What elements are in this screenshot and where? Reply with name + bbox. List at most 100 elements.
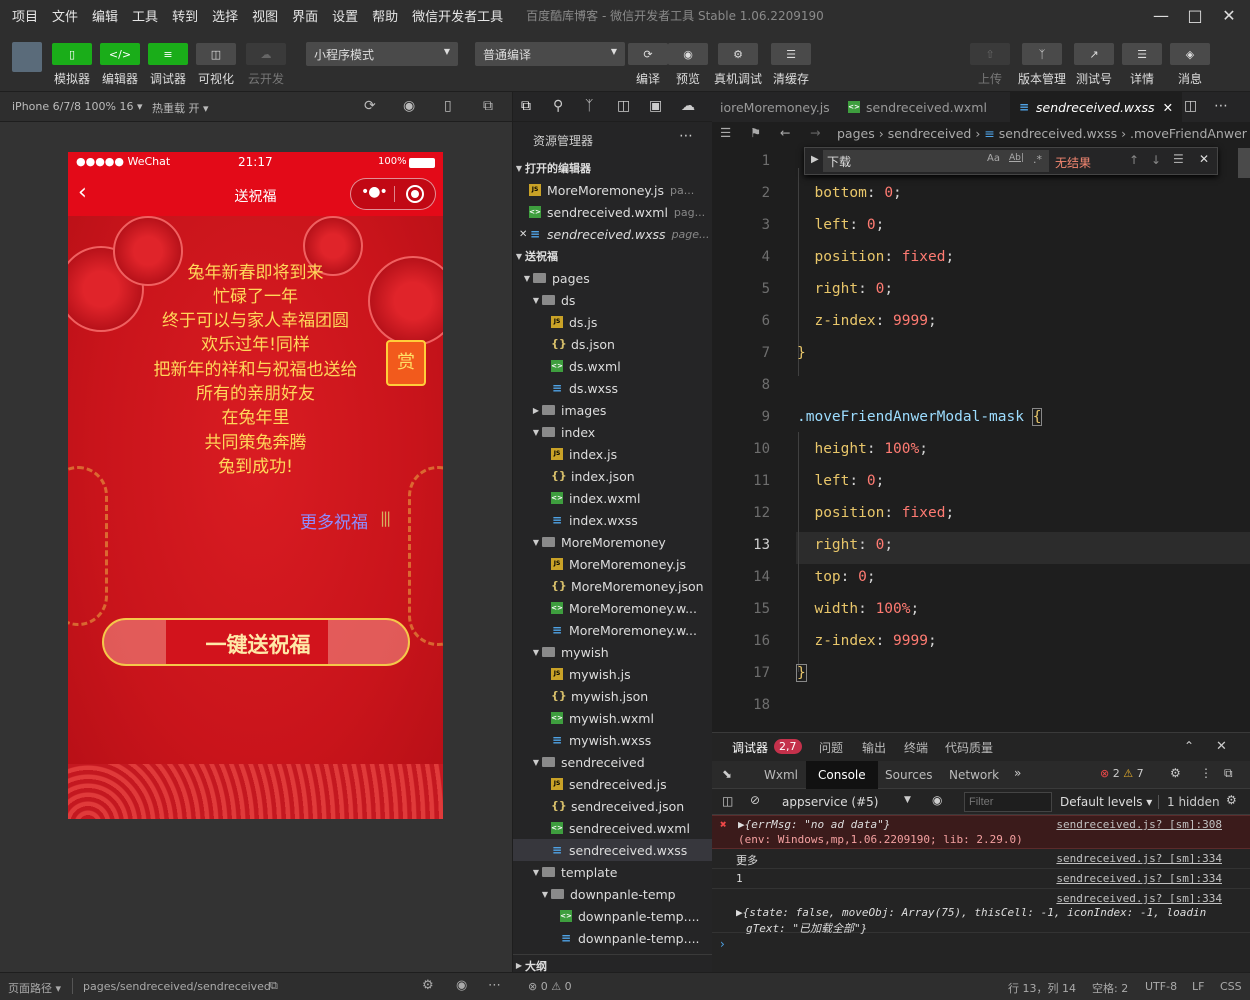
problems-summary[interactable]: ⊗ 0 ⚠ 0 (528, 980, 572, 993)
open-editor-item[interactable]: ✕ ≡ sendreceived.wxss page... (513, 223, 713, 245)
compile-mode-select[interactable]: 普通编译 ▼ (475, 42, 625, 66)
message-button[interactable]: ◈ (1170, 43, 1210, 65)
tab-debugger[interactable]: 调试器 (732, 733, 768, 761)
find-input[interactable]: 下载 Aa Ab| .* (823, 150, 1049, 172)
indentation[interactable]: 空格: 2 (1092, 980, 1128, 996)
more-tabs-icon[interactable]: » (1014, 766, 1021, 780)
tab-network[interactable]: Network (949, 761, 999, 789)
code-line[interactable]: left: 0; (797, 217, 884, 233)
menu-item[interactable]: 设置 (325, 6, 365, 25)
eye-icon[interactable]: ◉ (932, 793, 942, 807)
tree-file[interactable]: ≡ index.wxss (513, 509, 713, 531)
tree-folder[interactable]: ▼ pages (513, 267, 713, 289)
maximize-icon[interactable]: □ (1178, 0, 1212, 30)
close-mini-program-icon[interactable] (406, 185, 424, 203)
tree-folder[interactable]: ▼ template (513, 861, 713, 883)
code-line[interactable]: z-index: 9999; (797, 633, 936, 649)
bookmark-icon[interactable]: ⚑ (750, 125, 761, 140)
sidebar-toggle-icon[interactable]: ◫ (722, 794, 733, 808)
cursor-position[interactable]: 行 13，列 14 (1008, 980, 1076, 996)
open-editor-item[interactable]: JS MoreMoremoney.js pa... (513, 179, 713, 201)
more-wishes-link[interactable]: 更多祝福 (300, 508, 368, 533)
source-link[interactable]: sendreceived.js? [sm]:334 (1056, 892, 1222, 905)
upload-button[interactable]: ⇧ (970, 43, 1010, 65)
code-line[interactable]: position: fixed; (797, 505, 954, 521)
tree-folder[interactable]: ▼ MoreMoremoney (513, 531, 713, 553)
tab-output[interactable]: 输出 (862, 733, 886, 761)
kebab-icon[interactable]: ⋮ (1200, 766, 1212, 780)
test-account-button[interactable]: ↗ (1074, 43, 1114, 65)
clear-cache-button[interactable]: ☰ (771, 43, 811, 65)
tree-file[interactable]: {} ds.json (513, 333, 713, 355)
files-icon[interactable]: ⧉ (521, 98, 531, 114)
tree-file[interactable]: JS MoreMoremoney.js (513, 553, 713, 575)
settings-icon[interactable]: ⚙ (1226, 793, 1237, 807)
source-link[interactable]: sendreceived.js? [sm]:334 (1056, 872, 1222, 885)
more-icon[interactable]: ⋯ (679, 128, 693, 144)
tree-file[interactable]: JS index.js (513, 443, 713, 465)
open-editor-item[interactable]: <> sendreceived.wxml pag... (513, 201, 713, 223)
code-line[interactable]: .moveFriendAnwerModal-mask { (797, 408, 1043, 426)
editor-toggle-button[interactable]: </> (100, 43, 140, 65)
tree-file[interactable]: {} MoreMoremoney.json (513, 575, 713, 597)
tree-file[interactable]: ≡ mywish.wxss (513, 729, 713, 751)
context-select[interactable]: appservice (#5) (782, 795, 878, 809)
cloud-icon[interactable]: ☁ (681, 98, 695, 114)
page-path-toggle[interactable]: 页面路径 ▾ (8, 980, 61, 996)
chevron-up-icon[interactable]: ⌃ (1184, 739, 1194, 753)
arrow-down-icon[interactable]: ↓ (1151, 153, 1161, 167)
tree-file[interactable]: JS sendreceived.js (513, 773, 713, 795)
code-line[interactable]: right: 0; (797, 281, 893, 297)
close-icon[interactable]: ✕ (1212, 0, 1246, 30)
tree-folder[interactable]: ▼ index (513, 421, 713, 443)
code-line[interactable]: width: 100%; (797, 601, 919, 617)
arrow-left-icon[interactable]: ← (780, 125, 790, 140)
code-line[interactable]: top: 0; (797, 569, 875, 585)
outline-header[interactable]: ▶ 大纲 (513, 954, 713, 976)
tree-file[interactable]: JS mywish.js (513, 663, 713, 685)
menu-item[interactable]: 转到 (165, 6, 205, 25)
tree-folder[interactable]: ▼ downpanle-temp (513, 883, 713, 905)
tree-file[interactable]: ≡ MoreMoremoney.w... (513, 619, 713, 641)
hot-reload-toggle[interactable]: 热重载 开 ▾ (152, 100, 209, 116)
settings-icon[interactable]: ⚙ (1170, 766, 1181, 780)
simulator-toggle-button[interactable]: ▯ (52, 43, 92, 65)
console-prompt[interactable]: › (720, 937, 725, 951)
box-icon[interactable]: ▣ (649, 98, 662, 114)
error-count[interactable]: ⊗ 2 ⚠ 7 (1100, 767, 1144, 780)
list-icon[interactable]: ☰ (720, 125, 731, 140)
code-line[interactable]: } (796, 664, 807, 682)
console-filter-input[interactable] (964, 792, 1052, 812)
arrow-up-icon[interactable]: ↑ (1129, 153, 1139, 167)
details-button[interactable]: ☰ (1122, 43, 1162, 65)
extensions-icon[interactable]: ◫ (617, 98, 630, 114)
tree-file[interactable]: JS ds.js (513, 311, 713, 333)
code-line[interactable]: position: fixed; (797, 249, 954, 265)
tab-moremoremoney-js[interactable]: ioreMoremoney.js (712, 92, 840, 122)
tree-folder[interactable]: ▶ images (513, 399, 713, 421)
menu-item[interactable]: 项目 (5, 6, 45, 25)
project-header[interactable]: ▼ 送祝福 (513, 245, 713, 267)
clear-console-icon[interactable]: ⊘ (750, 793, 760, 807)
regex-icon[interactable]: .* (1033, 153, 1042, 166)
menu-item[interactable]: 帮助 (365, 6, 405, 25)
code-line[interactable]: right: 0; (797, 537, 893, 553)
tree-file[interactable]: {} index.json (513, 465, 713, 487)
tree-file[interactable]: <> mywish.wxml (513, 707, 713, 729)
search-icon[interactable]: ⚲ (553, 98, 563, 114)
more-icon[interactable]: ⋯ (1214, 98, 1228, 114)
window-icon[interactable]: ⧉ (483, 98, 493, 114)
menu-item[interactable]: 视图 (245, 6, 285, 25)
mode-select[interactable]: 小程序模式 ▼ (306, 42, 458, 66)
menu-item[interactable]: 工具 (125, 6, 165, 25)
code-line[interactable]: } (797, 345, 806, 361)
code-line[interactable]: left: 0; (797, 473, 884, 489)
menu-item[interactable]: 微信开发者工具 (405, 6, 510, 25)
code-line[interactable]: bottom: 0; (797, 185, 901, 201)
visual-button[interactable]: ◫ (196, 43, 236, 65)
send-wish-button[interactable]: 一键送祝福 (102, 618, 410, 666)
tree-file[interactable]: ≡ ds.wxss (513, 377, 713, 399)
tree-file[interactable]: ≡ downpanle-temp.... (513, 927, 713, 949)
language-mode[interactable]: CSS (1220, 980, 1242, 993)
close-find-icon[interactable]: ✕ (1199, 152, 1209, 166)
